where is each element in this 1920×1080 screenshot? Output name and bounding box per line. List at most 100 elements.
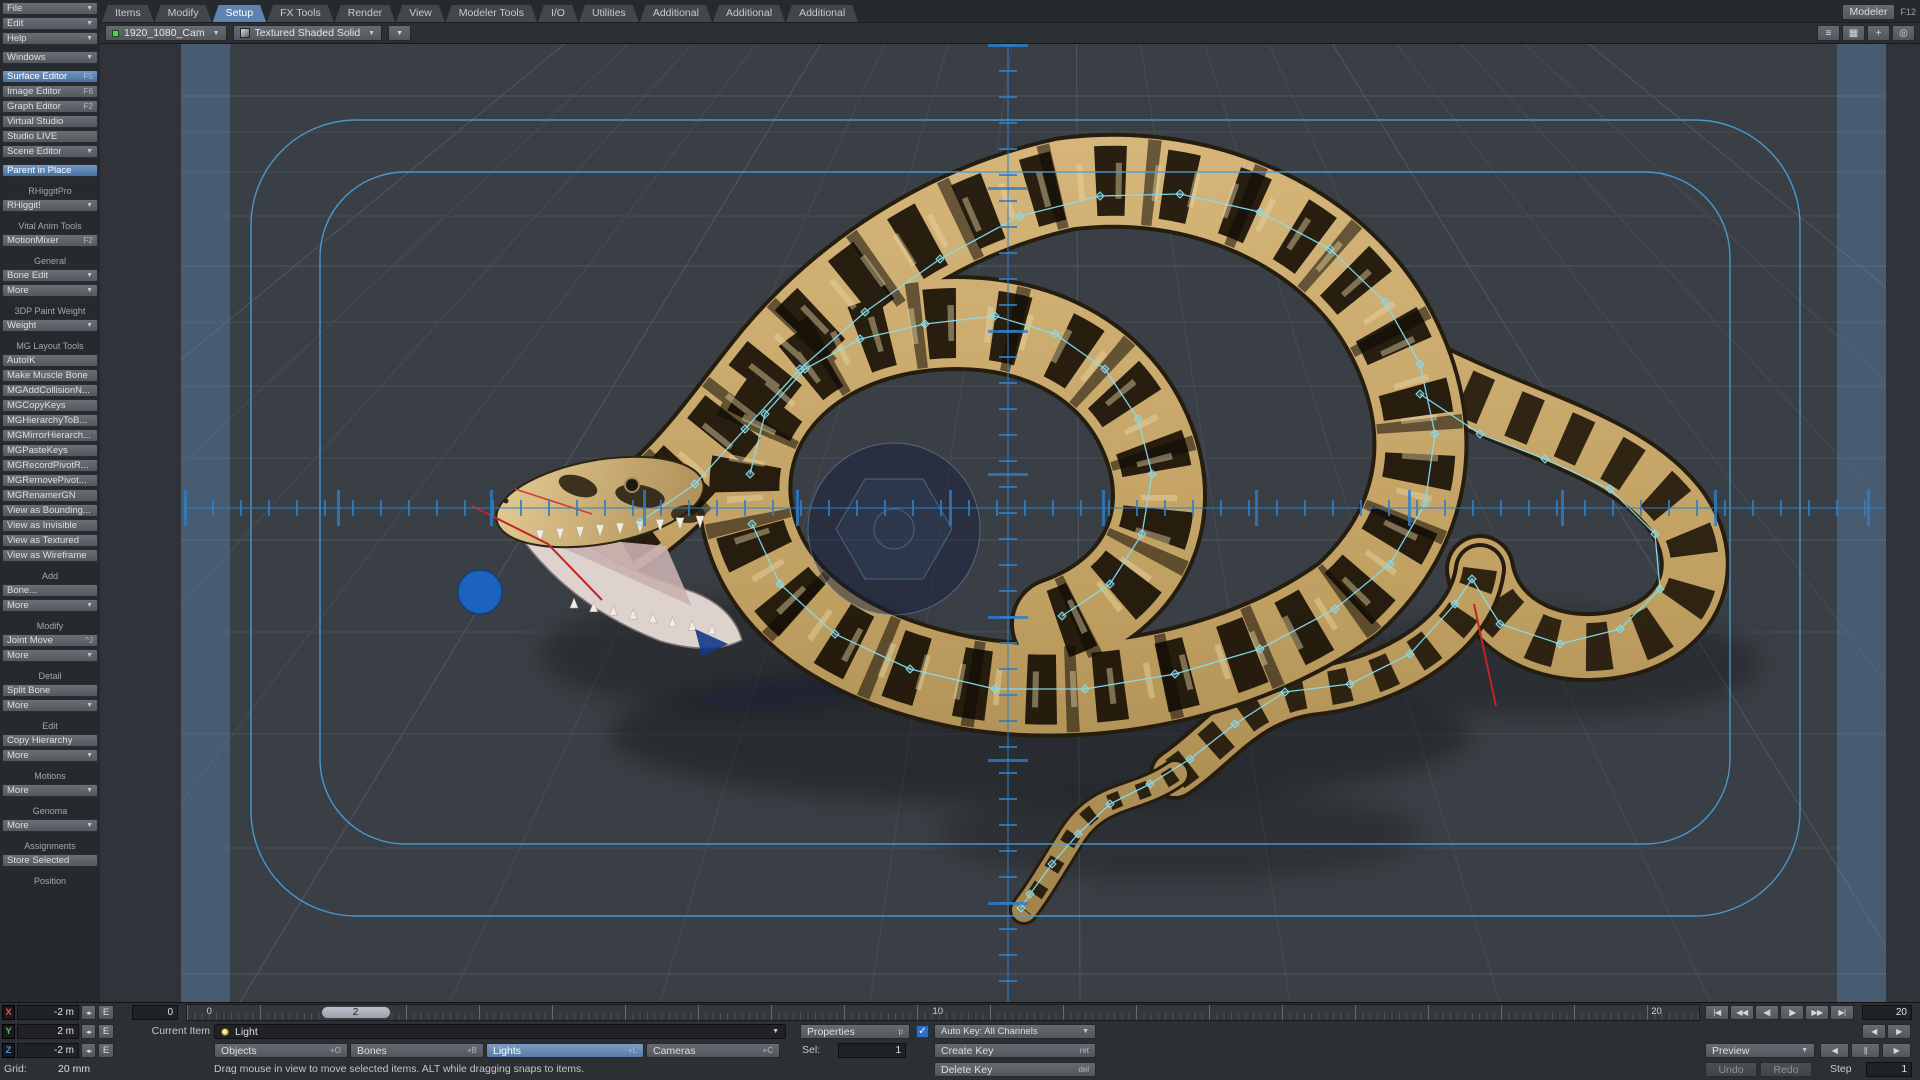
- viewport-options-dropdown[interactable]: ▼: [388, 25, 412, 41]
- shading-mode-selector[interactable]: Textured Shaded Solid ▼: [232, 25, 383, 41]
- previous-key-button[interactable]: ◀: [1862, 1024, 1886, 1039]
- sidebar-item-more[interactable]: More ▼: [2, 699, 98, 712]
- create-key-button[interactable]: Create Key ret: [934, 1043, 1096, 1058]
- sidebar-item-weight[interactable]: Weight ▼: [2, 319, 98, 332]
- sidebar-item-split-bone[interactable]: Split Bone: [2, 684, 98, 697]
- menu-file[interactable]: File ▼: [2, 2, 98, 15]
- stepper-icon[interactable]: ◂▸: [81, 1024, 96, 1039]
- sidebar-item-mgpastekeys[interactable]: MGPasteKeys: [2, 444, 98, 457]
- sidebar-item-joint-move[interactable]: Joint Move ^J: [2, 634, 98, 647]
- tab-setup-2[interactable]: Setup: [213, 5, 266, 22]
- envelope-z-button[interactable]: E: [98, 1043, 114, 1058]
- timeline-ruler[interactable]: 2 0 10 20: [186, 1004, 1700, 1021]
- camera-selector[interactable]: 1920_1080_Cam ▼: [105, 25, 227, 41]
- redo-button[interactable]: Redo: [1760, 1062, 1812, 1077]
- tab-additional-9[interactable]: Additional: [640, 5, 712, 22]
- fast-reverse-button[interactable]: ◀◀: [1730, 1005, 1754, 1020]
- sidebar-item-mgmirrorhierarch[interactable]: MGMirrorHierarch...: [2, 429, 98, 442]
- sidebar-item-bone[interactable]: Bone...: [2, 584, 98, 597]
- go-start-button[interactable]: |◀: [1705, 1005, 1729, 1020]
- sidebar-item-more[interactable]: More ▼: [2, 599, 98, 612]
- sidebar-item-rhiggit[interactable]: RHiggit! ▼: [2, 199, 98, 212]
- tab-modeler-tools-6[interactable]: Modeler Tools: [446, 5, 537, 22]
- sidebar-item-studio-live[interactable]: Studio LIVE: [2, 130, 98, 143]
- envelope-x-button[interactable]: E: [98, 1005, 114, 1020]
- pane-layout-icon[interactable]: ▦: [1842, 25, 1865, 41]
- move-tool-handle[interactable]: [457, 569, 503, 615]
- sidebar-item-make-muscle-bone[interactable]: Make Muscle Bone: [2, 369, 98, 382]
- sidebar-item-more[interactable]: More ▼: [2, 284, 98, 297]
- sidebar-item-windows[interactable]: Windows ▼: [2, 51, 98, 64]
- item-type-objects[interactable]: Objects +O: [214, 1043, 348, 1058]
- menu-help[interactable]: Help ▼: [2, 32, 98, 45]
- tab-render-4[interactable]: Render: [335, 5, 395, 22]
- pan-view-icon[interactable]: +: [1867, 25, 1890, 41]
- sidebar-item-view-as-invisible[interactable]: View as Invisible: [2, 519, 98, 532]
- sidebar-item-copy-hierarchy[interactable]: Copy Hierarchy: [2, 734, 98, 747]
- envelope-y-button[interactable]: E: [98, 1024, 114, 1039]
- stepper-icon[interactable]: ◂▸: [81, 1043, 96, 1058]
- preview-play-button[interactable]: ▶: [1882, 1043, 1911, 1058]
- sidebar-item-surface-editor[interactable]: Surface Editor F5: [2, 70, 98, 83]
- go-end-button[interactable]: ▶|: [1830, 1005, 1854, 1020]
- delete-key-button[interactable]: Delete Key del: [934, 1062, 1096, 1077]
- tab-additional-11[interactable]: Additional: [786, 5, 858, 22]
- item-type-bones[interactable]: Bones +B: [350, 1043, 484, 1058]
- properties-button[interactable]: Properties p: [800, 1024, 910, 1039]
- sidebar-item-mghierarchytob[interactable]: MGHierarchyToB...: [2, 414, 98, 427]
- item-type-cameras[interactable]: Cameras +C: [646, 1043, 780, 1058]
- position-y-field[interactable]: 2 m: [17, 1024, 79, 1039]
- tab-modify-1[interactable]: Modify: [155, 5, 212, 22]
- current-item-dropdown[interactable]: Light ▼: [214, 1024, 786, 1039]
- modeler-button[interactable]: Modeler: [1841, 4, 1896, 20]
- sidebar-item-scene-editor[interactable]: Scene Editor ▼: [2, 145, 98, 158]
- fast-forward-button[interactable]: ▶▶: [1805, 1005, 1829, 1020]
- undo-button[interactable]: Undo: [1705, 1062, 1757, 1077]
- autokey-checkbox[interactable]: ✓: [916, 1025, 929, 1038]
- sidebar-item-motionmixer[interactable]: MotionMixer F2: [2, 234, 98, 247]
- step-back-button[interactable]: ◀|: [1755, 1005, 1779, 1020]
- sidebar-item-image-editor[interactable]: Image Editor F6: [2, 85, 98, 98]
- position-x-field[interactable]: -2 m: [17, 1005, 79, 1020]
- sidebar-item-more[interactable]: More ▼: [2, 819, 98, 832]
- tab-view-5[interactable]: View: [396, 5, 445, 22]
- sidebar-item-mgcopykeys[interactable]: MGCopyKeys: [2, 399, 98, 412]
- sidebar-item-mgaddcollisionn[interactable]: MGAddCollisionN...: [2, 384, 98, 397]
- sidebar-item-mgrecordpivotr[interactable]: MGRecordPivotR...: [2, 459, 98, 472]
- sidebar-item-mgremovepivot[interactable]: MGRemovePivot...: [2, 474, 98, 487]
- sidebar-item-graph-editor[interactable]: Graph Editor F2: [2, 100, 98, 113]
- position-z-field[interactable]: -2 m: [17, 1043, 79, 1058]
- viewport-canvas[interactable]: [100, 44, 1920, 1002]
- sidebar-item-parent-in-place[interactable]: Parent in Place: [2, 164, 98, 177]
- last-frame-field[interactable]: 20: [1862, 1005, 1912, 1020]
- tab-fx-tools-3[interactable]: FX Tools: [267, 5, 334, 22]
- stepper-icon[interactable]: ◂▸: [81, 1005, 96, 1020]
- preview-pause-button[interactable]: ||: [1851, 1043, 1880, 1058]
- tab-additional-10[interactable]: Additional: [713, 5, 785, 22]
- next-key-button[interactable]: ▶: [1887, 1024, 1911, 1039]
- tab-utilities-8[interactable]: Utilities: [579, 5, 639, 22]
- frame-slider[interactable]: 2: [320, 1006, 391, 1019]
- menu-edit[interactable]: Edit ▼: [2, 17, 98, 30]
- sidebar-item-view-as-wireframe[interactable]: View as Wireframe: [2, 549, 98, 562]
- sidebar-item-mgrenamergn[interactable]: MGRenamerGN: [2, 489, 98, 502]
- sidebar-item-more[interactable]: More ▼: [2, 749, 98, 762]
- step-field[interactable]: 1: [1866, 1062, 1912, 1077]
- preview-dropdown[interactable]: Preview ▼: [1705, 1043, 1815, 1058]
- sidebar-item-view-as-textured[interactable]: View as Textured: [2, 534, 98, 547]
- first-frame-field[interactable]: 0: [132, 1005, 178, 1020]
- step-forward-button[interactable]: |▶: [1780, 1005, 1804, 1020]
- layout-list-icon[interactable]: ≡: [1817, 25, 1840, 41]
- preview-play-back-button[interactable]: ◀: [1820, 1043, 1849, 1058]
- sidebar-item-store-selected[interactable]: Store Selected: [2, 854, 98, 867]
- sidebar-item-autoik[interactable]: AutoIK: [2, 354, 98, 367]
- zoom-view-icon[interactable]: ◎: [1892, 25, 1915, 41]
- tab-i-o-7[interactable]: I/O: [538, 5, 578, 22]
- sidebar-item-more[interactable]: More ▼: [2, 649, 98, 662]
- item-type-lights[interactable]: Lights +L: [486, 1043, 644, 1058]
- tab-items-0[interactable]: Items: [102, 5, 154, 22]
- sidebar-item-view-as-bounding[interactable]: View as Bounding...: [2, 504, 98, 517]
- sidebar-item-virtual-studio[interactable]: Virtual Studio: [2, 115, 98, 128]
- 3d-viewport[interactable]: [100, 44, 1920, 1002]
- sidebar-item-bone-edit[interactable]: Bone Edit ▼: [2, 269, 98, 282]
